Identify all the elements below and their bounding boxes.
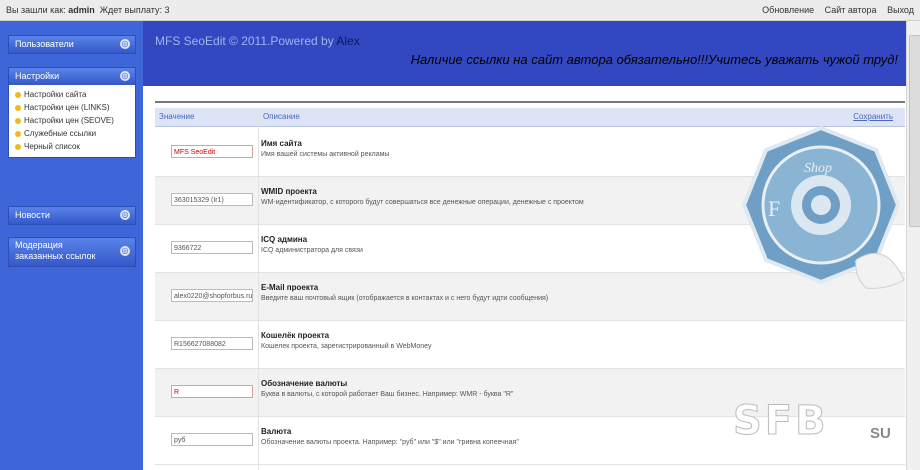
sidebar-item-links-prices[interactable]: Настройки цен (LINKS) <box>9 101 135 114</box>
row-description: Обозначение валюты проекта. Например: "р… <box>261 439 519 446</box>
sidebar-item-site-settings[interactable]: Настройки сайта <box>9 88 135 101</box>
folder-icon <box>15 104 21 111</box>
row-description: Буква в валюты, с которой работает Ваш б… <box>261 391 514 398</box>
email-input[interactable]: alex0220@shopforbus.ru <box>171 289 253 302</box>
row-label: Валюта <box>261 427 292 436</box>
toggle-icon[interactable]: ◎ <box>120 71 130 81</box>
column-value: Значение <box>159 112 195 121</box>
site-watermark-tld: SU <box>870 425 891 442</box>
sidebar-header-moderation[interactable]: Модерация заказанных ссылок ◎ <box>9 238 135 266</box>
sidebar-title: Модерация заказанных ссылок <box>15 240 96 261</box>
sidebar-header-settings[interactable]: Настройки ◎ <box>9 68 135 85</box>
top-bar: Вы зашли как: admin Ждет выплату: 3 Обно… <box>0 0 920 21</box>
username: admin <box>68 5 95 15</box>
row-description: Кошелек проекта, зарегистрированный в We… <box>261 343 432 350</box>
toggle-icon[interactable]: ◎ <box>120 39 130 49</box>
login-prefix: Вы зашли как: <box>6 5 66 15</box>
update-link[interactable]: Обновление <box>762 5 814 15</box>
scrollbar-thumb[interactable] <box>909 35 920 227</box>
row-label: E-Mail проекта <box>261 283 319 292</box>
sidebar-title: Новости <box>15 210 50 220</box>
login-info: Вы зашли как: admin Ждет выплату: 3 <box>6 5 170 15</box>
banner-title: MFS SeoEdit © 2011.Powered by Alex <box>155 34 360 48</box>
payout-status: Ждет выплату: 3 <box>99 5 170 15</box>
row-label: Кошелёк проекта <box>261 331 330 340</box>
folder-icon <box>15 91 21 98</box>
sidebar-item-service-links[interactable]: Служебные ссылки <box>9 127 135 140</box>
shop-watermark-logo: Shop F B <box>741 125 905 289</box>
sidebar-item-blacklist[interactable]: Черный список <box>9 140 135 153</box>
sidebar-block-news: Новости ◎ <box>8 206 136 225</box>
row-label: ICQ админа <box>261 235 308 244</box>
row-description: WM-идентификатор, с которого будут совер… <box>261 199 584 206</box>
toggle-icon[interactable]: ◎ <box>120 246 130 256</box>
banner-author[interactable]: Alex <box>336 34 359 48</box>
row-description: Имя вашей системы активной рекламы <box>261 151 390 158</box>
row-label: Обозначение валюты <box>261 379 348 388</box>
sidebar-item-seove-prices[interactable]: Настройки цен (SEOVE) <box>9 114 135 127</box>
toggle-icon[interactable]: ◎ <box>120 210 130 220</box>
row-description: ICQ администратора для связи <box>261 247 363 254</box>
column-description: Описание <box>263 112 300 121</box>
currency-input[interactable]: руб <box>171 433 253 446</box>
divider <box>155 101 905 103</box>
site-watermark: SFB <box>733 398 829 445</box>
logout-link[interactable]: Выход <box>887 5 914 15</box>
scrollbar[interactable] <box>906 21 920 470</box>
row-description: Введите ваш почтовый ящик (отображается … <box>261 295 549 302</box>
folder-icon <box>15 143 21 150</box>
folder-icon <box>15 130 21 137</box>
sidebar-header-users[interactable]: Пользователи ◎ <box>9 36 135 53</box>
row-label: WMID проекта <box>261 187 317 196</box>
sidebar-block-moderation: Модерация заказанных ссылок ◎ <box>8 237 136 267</box>
folder-icon <box>15 117 21 124</box>
wmid-input[interactable]: 363015329 (Ir1) <box>171 193 253 206</box>
sidebar-block-users: Пользователи ◎ <box>8 35 136 54</box>
sidebar-title: Настройки <box>15 71 60 81</box>
currency-letter-input[interactable]: R <box>171 385 253 398</box>
sidebar-block-settings: Настройки ◎ Настройки сайта Настройки це… <box>8 67 136 158</box>
header-banner: MFS SeoEdit © 2011.Powered by Alex Налич… <box>143 21 906 86</box>
sidebar-title: Пользователи <box>15 39 74 49</box>
logo-shop-text: Shop <box>804 161 832 176</box>
banner-notice: Наличие ссылки на сайт автора обязательн… <box>410 52 898 67</box>
wallet-input[interactable]: R156627088082 <box>171 337 253 350</box>
column-divider <box>258 108 259 470</box>
row-label: Имя сайта <box>261 139 302 148</box>
icq-input[interactable]: 9366722 <box>171 241 253 254</box>
sidebar: Пользователи ◎ Настройки ◎ Настройки сай… <box>0 21 143 470</box>
logo-letter-f: F <box>768 196 780 221</box>
top-links: Обновление Сайт автора Выход <box>754 5 914 15</box>
sidebar-header-news[interactable]: Новости ◎ <box>9 207 135 224</box>
site-name-input[interactable]: MFS SeoEdit <box>171 145 253 158</box>
author-site-link[interactable]: Сайт автора <box>825 5 877 15</box>
